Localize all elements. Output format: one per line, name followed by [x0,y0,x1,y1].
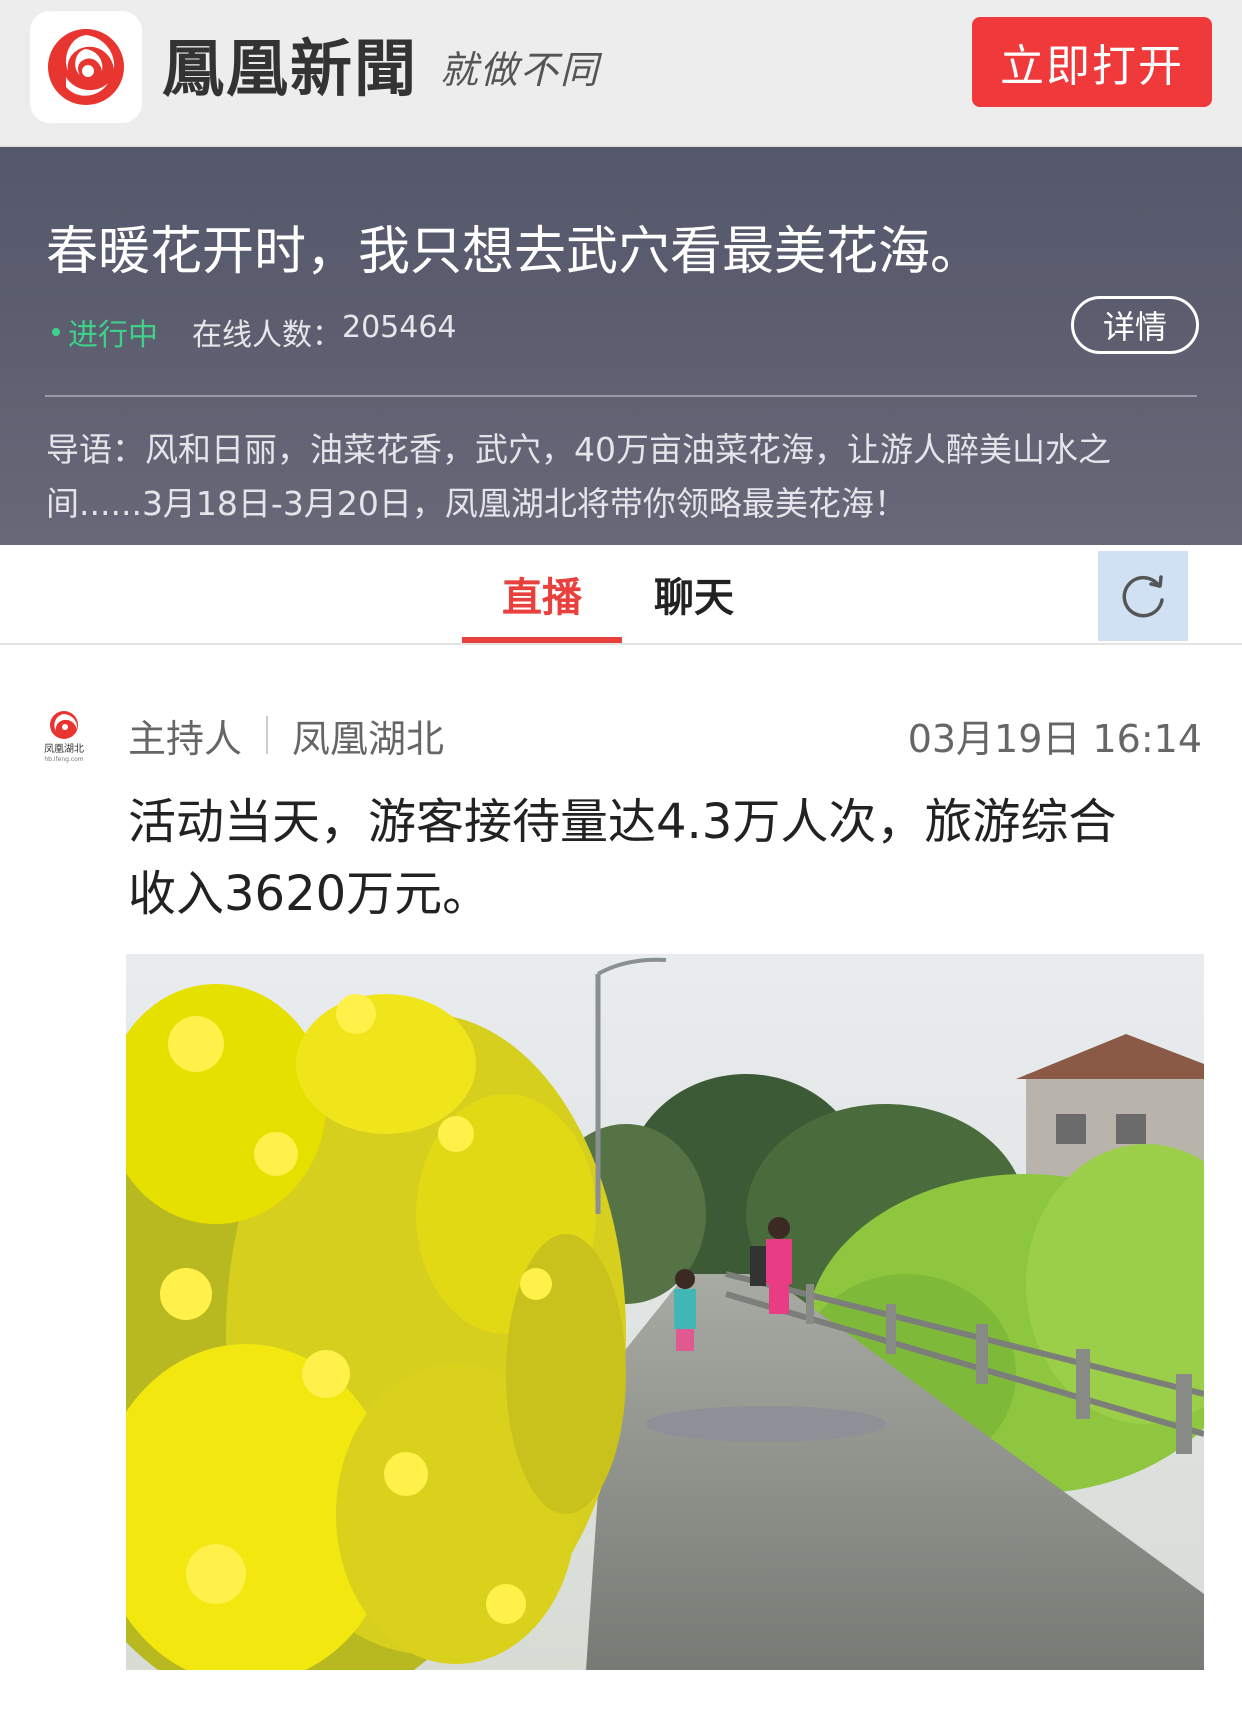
tab-chat[interactable]: 聊天 [614,545,774,643]
tab-live[interactable]: 直播 [462,545,622,643]
online-count: 在线人数： 205464 [192,310,457,354]
refresh-button[interactable] [1098,551,1188,641]
refresh-icon [1122,575,1164,618]
ifeng-logo-icon[interactable] [30,11,142,123]
banner-divider [45,395,1197,397]
ifeng-hubei-avatar-icon: 凤凰湖北 hb.ifeng.com [44,711,84,763]
status-dot-icon [52,328,60,336]
post-meta: 主持人 凤凰湖北 [128,708,444,763]
post-photo[interactable] [126,954,1204,1670]
detail-button[interactable]: 详情 [1071,296,1199,354]
brand-slogan: 就做不同 [440,47,601,92]
meta-divider [266,716,269,754]
post-text: 活动当天，游客接待量达4.3万人次，旅游综合收入3620万元。 [128,794,1117,922]
app-header: 鳳凰新聞 就做不同 立即打开 [0,0,1242,147]
live-header-banner: 春暖花开时，我只想去武穴看最美花海。 进行中 在线人数： 205464 详情 导语… [0,147,1242,545]
tab-bar: 直播 聊天 [0,545,1242,645]
post-author[interactable]: 凤凰湖北 [292,708,444,763]
live-status: 进行中 [52,310,158,354]
post-role: 主持人 [128,716,243,761]
open-app-button[interactable]: 立即打开 [972,17,1212,107]
phoenix-logo-icon [48,29,124,105]
rapeseed-flower-path-photo [126,954,1204,1670]
avatar-brand-text: 凤凰湖北 [44,743,84,755]
online-count-value: 205464 [342,310,457,345]
avatar[interactable]: 凤凰湖北 hb.ifeng.com [36,708,92,764]
live-title: 春暖花开时，我只想去武穴看最美花海。 [46,222,983,282]
online-count-separator: ： [312,318,342,353]
live-status-label: 进行中 [68,318,158,353]
post-timestamp: 03月19日 16:14 [907,716,1202,761]
online-count-label: 在线人数 [192,318,312,353]
live-intro: 导语：风和日丽，油菜花香，武穴，40万亩油菜花海，让游人醉美山水之间......… [46,430,1111,523]
brand-name: 鳳凰新聞 [162,32,419,105]
active-tab-indicator [462,637,622,643]
avatar-url-text: hb.ifeng.com [44,756,83,763]
